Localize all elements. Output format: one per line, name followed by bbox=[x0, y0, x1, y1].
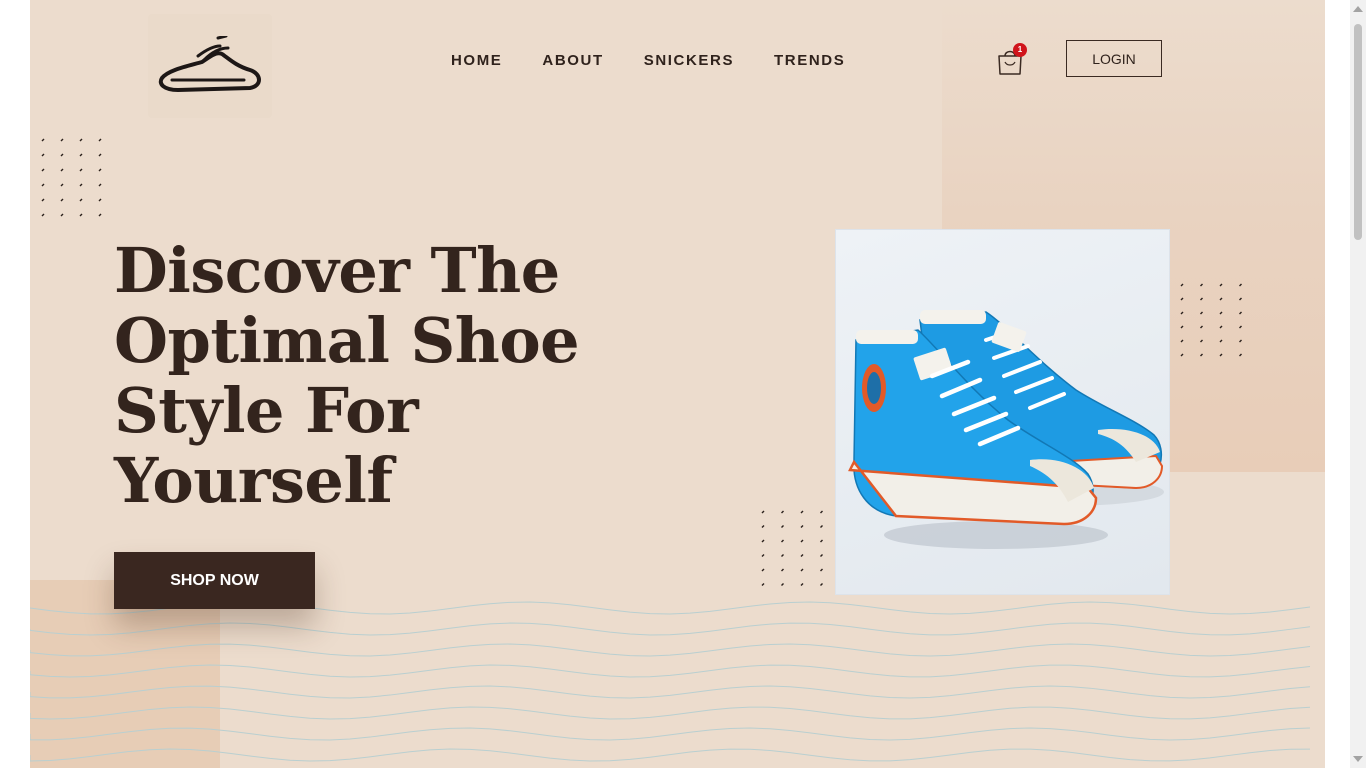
shop-now-button[interactable]: SHOP NOW bbox=[114, 552, 315, 609]
logo[interactable] bbox=[148, 14, 272, 118]
login-button[interactable]: LOGIN bbox=[1066, 40, 1162, 77]
product-image bbox=[835, 229, 1170, 595]
nav-trends[interactable]: TRENDS bbox=[774, 52, 845, 69]
shoe-logo-icon bbox=[158, 36, 261, 92]
scroll-up-arrow-icon[interactable] bbox=[1353, 6, 1363, 12]
scrollbar[interactable] bbox=[1350, 0, 1366, 768]
nav-snickers[interactable]: SNICKERS bbox=[644, 52, 734, 69]
sneaker-illustration bbox=[848, 310, 1164, 549]
hero-section: HOME ABOUT SNICKERS TRENDS 1 LOGIN Disco… bbox=[30, 0, 1325, 768]
nav-about[interactable]: ABOUT bbox=[542, 52, 603, 69]
wave-pattern bbox=[30, 601, 1311, 762]
hero-title: Discover The Optimal Shoe Style For Yoursel… bbox=[114, 234, 580, 517]
scroll-down-arrow-icon[interactable] bbox=[1353, 756, 1363, 762]
cart-count-badge: 1 bbox=[1013, 43, 1027, 57]
dot-grid-decor bbox=[41, 138, 102, 217]
nav-home[interactable]: HOME bbox=[451, 52, 502, 69]
cart-button[interactable]: 1 bbox=[996, 43, 1027, 77]
main-nav: HOME ABOUT SNICKERS TRENDS bbox=[451, 52, 845, 69]
scroll-thumb[interactable] bbox=[1354, 24, 1362, 240]
